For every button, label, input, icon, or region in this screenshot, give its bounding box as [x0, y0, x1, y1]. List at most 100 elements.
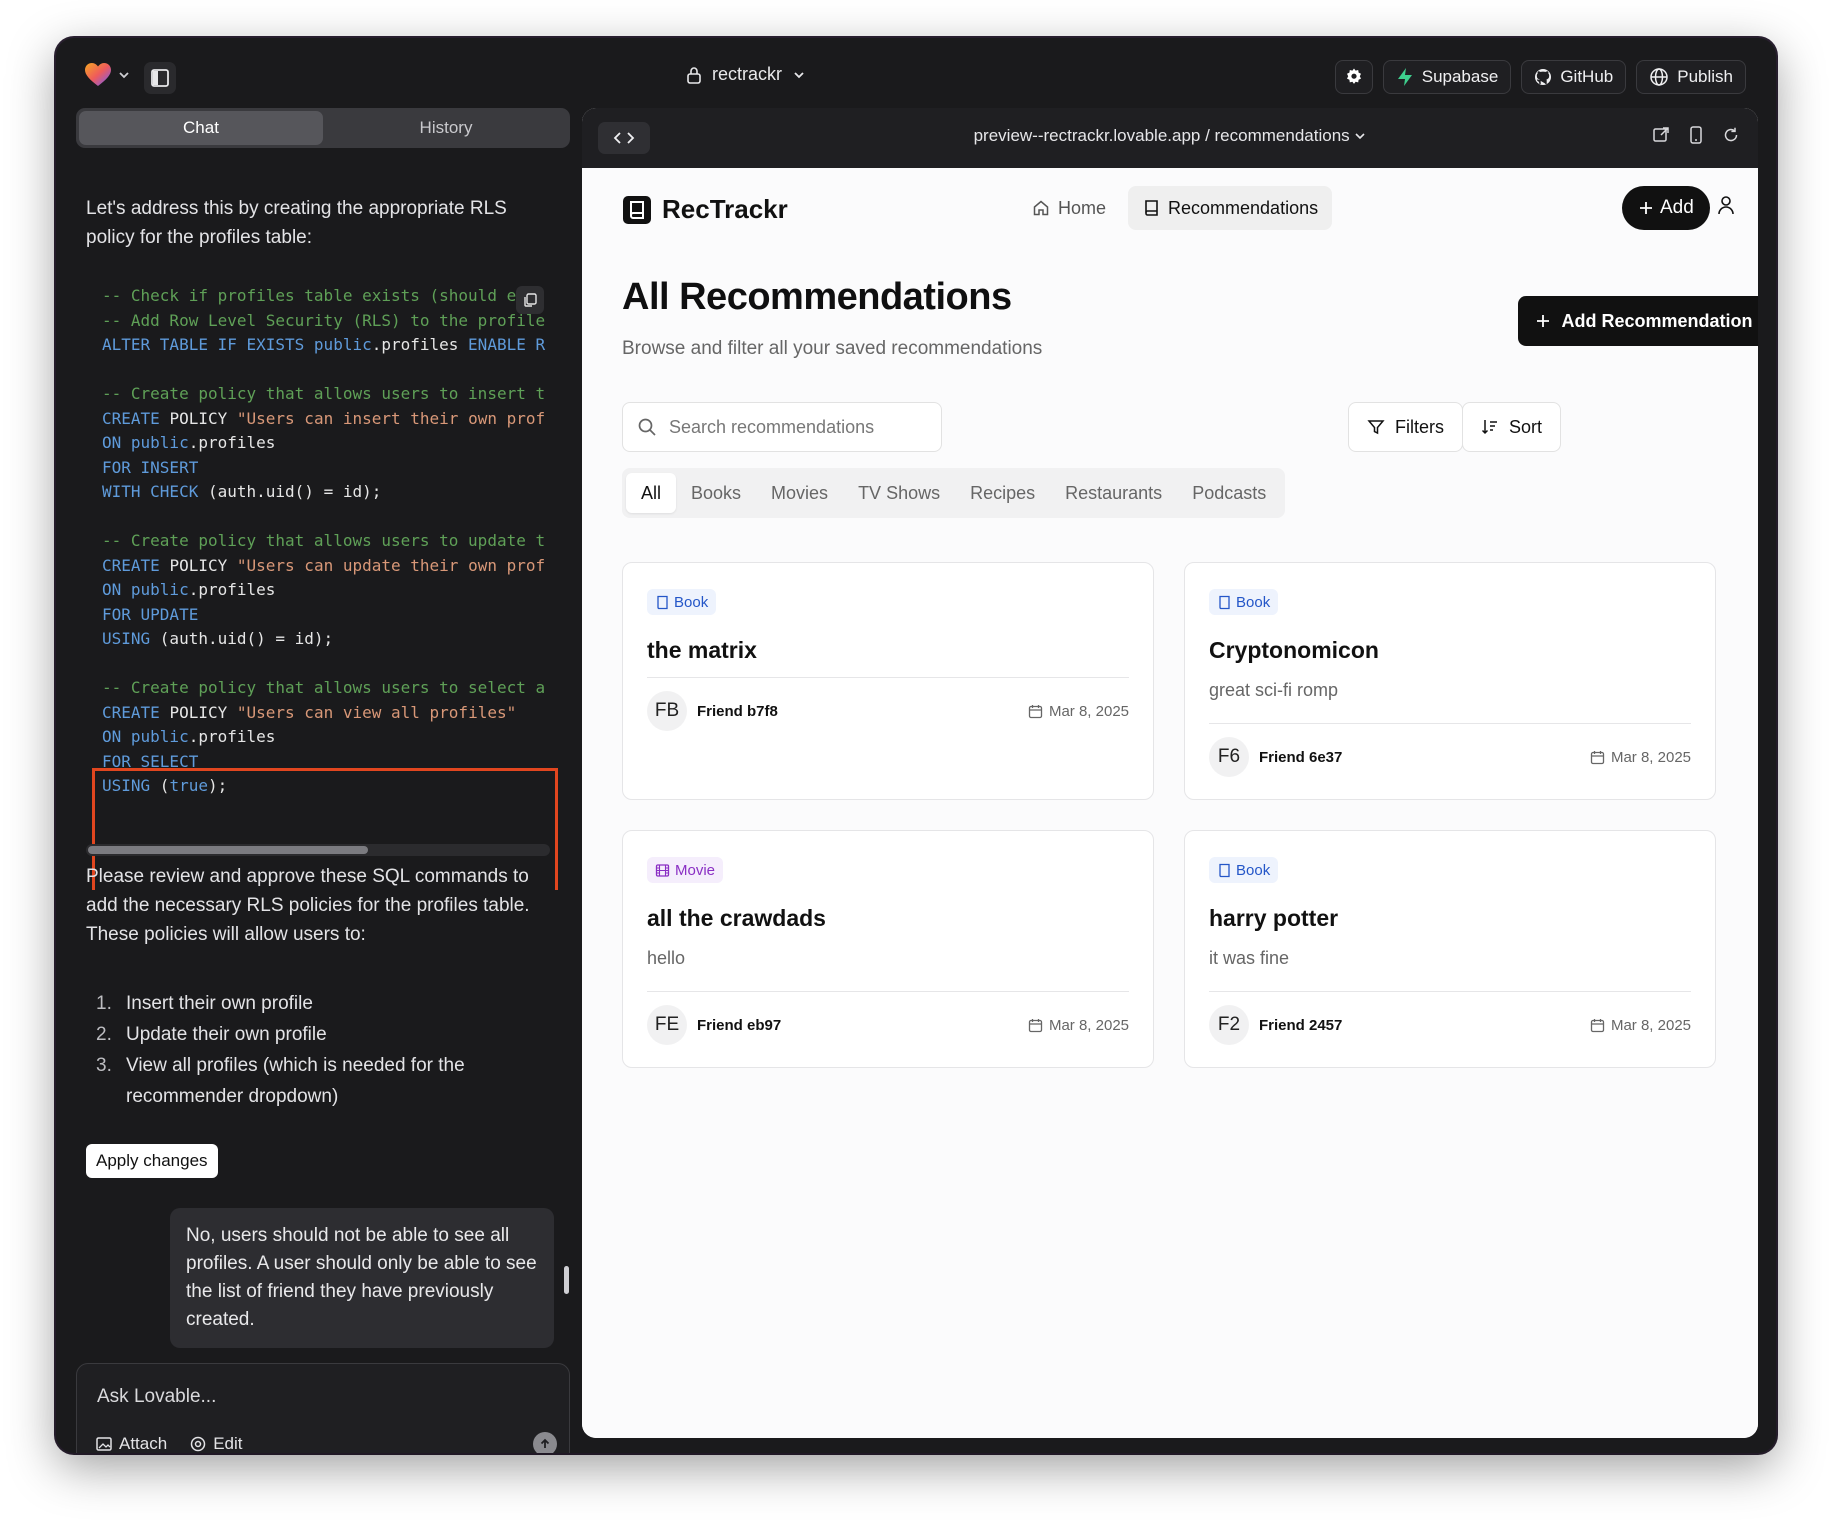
code-line: ON public.profiles [102, 431, 275, 456]
film-icon [655, 863, 670, 877]
code-line: ON public.profiles [102, 578, 275, 603]
list-item-text: Update their own profile [126, 1024, 327, 1045]
tab-history[interactable]: History [324, 111, 568, 145]
refresh-icon[interactable] [1722, 126, 1740, 144]
recommendation-card[interactable]: Book Cryptonomicon great sci-fi romp F6 … [1184, 562, 1716, 800]
plus-icon [1537, 315, 1550, 327]
chat-input-box[interactable]: Ask Lovable... Attach Edit [76, 1363, 570, 1453]
brand-name: RecTrackr [662, 194, 788, 224]
category-tab-recipes[interactable]: Recipes [955, 473, 1050, 513]
code-token: .profiles [188, 727, 276, 746]
attach-button[interactable]: Attach [95, 1434, 167, 1453]
toggle-sidebar-button[interactable] [144, 62, 176, 94]
list-item: 3. View all profiles (which is needed for… [86, 1050, 556, 1112]
user-message: No, users should not be able to see all … [170, 1208, 554, 1348]
code-line: USING (auth.uid() = id); [102, 627, 333, 652]
app-window: rectrackr Supabase GitHub Publish Chat H… [56, 38, 1776, 1453]
edit-button[interactable]: Edit [189, 1434, 243, 1453]
avatar: F2 [1209, 1005, 1249, 1045]
github-icon [1535, 69, 1552, 85]
friend-name: Friend b7f8 [697, 702, 778, 720]
supabase-button[interactable]: Supabase [1382, 60, 1512, 94]
code-token: POLICY [169, 408, 237, 428]
category-tab-tv-shows[interactable]: TV Shows [843, 473, 955, 513]
code-token: .profiles [188, 580, 276, 599]
tab-chat[interactable]: Chat [79, 111, 323, 145]
nav-home-label: Home [1058, 197, 1107, 218]
code-token: (auth.uid() = id); [207, 482, 382, 501]
rectrackr-app: RecTrackr Home Recommendations Add All R… [582, 168, 1758, 1438]
code-token: -- Create policy that allows users to in… [102, 384, 546, 403]
preview-panel: preview--rectrackr.lovable.app / recomme… [582, 108, 1758, 1438]
sidebar-panel-icon [151, 69, 169, 87]
nav-home[interactable]: Home [1018, 186, 1120, 230]
code-token: WITH CHECK [102, 482, 208, 501]
search-input[interactable]: Search recommendations [622, 402, 942, 452]
filters-button[interactable]: Filters [1348, 402, 1463, 452]
add-recommendation-label: Add Recommendation [1561, 310, 1753, 331]
apply-changes-button[interactable]: Apply changes [86, 1144, 218, 1178]
target-icon [190, 1436, 206, 1452]
code-horizontal-scrollbar[interactable] [86, 844, 550, 856]
nav-recommendations[interactable]: Recommendations [1128, 186, 1333, 230]
open-external-icon[interactable] [1652, 126, 1670, 144]
card-date: Mar 8, 2025 [1590, 749, 1691, 766]
card-title: harry potter [1209, 905, 1339, 931]
mobile-device-icon[interactable] [1688, 126, 1704, 144]
category-tab-podcasts[interactable]: Podcasts [1177, 473, 1281, 513]
add-recommendation-button[interactable]: Add Recommendation [1518, 296, 1758, 346]
card-date: Mar 8, 2025 [1590, 1017, 1691, 1034]
code-token: (auth.uid() = id); [159, 629, 334, 648]
card-footer: FB Friend b7f8 Mar 8, 2025 [647, 691, 1129, 731]
chat-vertical-scrollbar[interactable] [564, 1266, 569, 1294]
card-divider [1209, 991, 1691, 992]
publish-button[interactable]: Publish [1636, 60, 1746, 94]
category-tab-books[interactable]: Books [676, 473, 756, 513]
book-icon [657, 595, 668, 609]
add-button[interactable]: Add [1622, 186, 1710, 230]
card-divider [647, 991, 1129, 992]
user-profile-icon[interactable] [1716, 194, 1736, 216]
chat-input-placeholder[interactable]: Ask Lovable... [97, 1386, 216, 1408]
code-token: ALTER TABLE IF EXISTS public [102, 335, 372, 354]
settings-button[interactable] [1334, 60, 1373, 94]
type-badge-label: Book [674, 593, 709, 611]
card-divider [1209, 723, 1691, 724]
project-switcher[interactable]: rectrackr [686, 64, 806, 85]
copy-code-button[interactable] [516, 286, 544, 314]
lock-icon [687, 66, 701, 84]
card-title: Cryptonomicon [1209, 637, 1379, 663]
code-line: FOR UPDATE [102, 603, 198, 628]
book-icon [1145, 200, 1158, 216]
card-date-text: Mar 8, 2025 [1048, 702, 1129, 720]
code-token: -- Create policy that allows users to se… [102, 678, 546, 697]
page-subtitle: Browse and filter all your saved recomme… [622, 338, 1043, 359]
code-token: -- Add Row Level Security (RLS) to the p… [102, 310, 546, 330]
preview-url-bar: preview--rectrackr.lovable.app / recomme… [582, 108, 1758, 168]
category-tab-movies[interactable]: Movies [756, 473, 843, 513]
preview-url[interactable]: preview--rectrackr.lovable.app / recomme… [582, 126, 1758, 146]
category-tab-all[interactable]: All [626, 473, 677, 513]
scrollbar-thumb[interactable] [88, 846, 368, 854]
code-token: ON public [102, 727, 189, 746]
logo-menu-button[interactable] [84, 62, 130, 88]
recommendation-card[interactable]: Book the matrix FB Friend b7f8 Mar 8, 20… [622, 562, 1154, 800]
code-token: CREATE [102, 555, 170, 575]
code-line: -- Add Row Level Security (RLS) to the p… [102, 309, 545, 334]
sort-button[interactable]: Sort [1462, 402, 1562, 452]
recommendation-card[interactable]: Movie all the crawdads hello FE Friend e… [622, 830, 1154, 1068]
code-line: WITH CHECK (auth.uid() = id); [102, 480, 381, 505]
friend-name: Friend 2457 [1259, 1016, 1343, 1034]
code-line: ALTER TABLE IF EXISTS public.profiles EN… [102, 333, 545, 358]
brand-logo[interactable]: RecTrackr [622, 194, 788, 225]
send-button[interactable] [533, 1432, 557, 1453]
github-button[interactable]: GitHub [1521, 60, 1627, 94]
plus-icon [1640, 202, 1652, 214]
recommendation-card[interactable]: Book harry potter it was fine F2 Friend … [1184, 830, 1716, 1068]
code-token: CREATE [102, 408, 170, 428]
search-icon [638, 418, 656, 436]
code-line: -- Check if profiles table exists (shoul… [102, 284, 516, 309]
filters-label: Filters [1395, 416, 1444, 437]
category-tab-restaurants[interactable]: Restaurants [1050, 473, 1177, 513]
code-line: -- Create policy that allows users to se… [102, 676, 545, 701]
